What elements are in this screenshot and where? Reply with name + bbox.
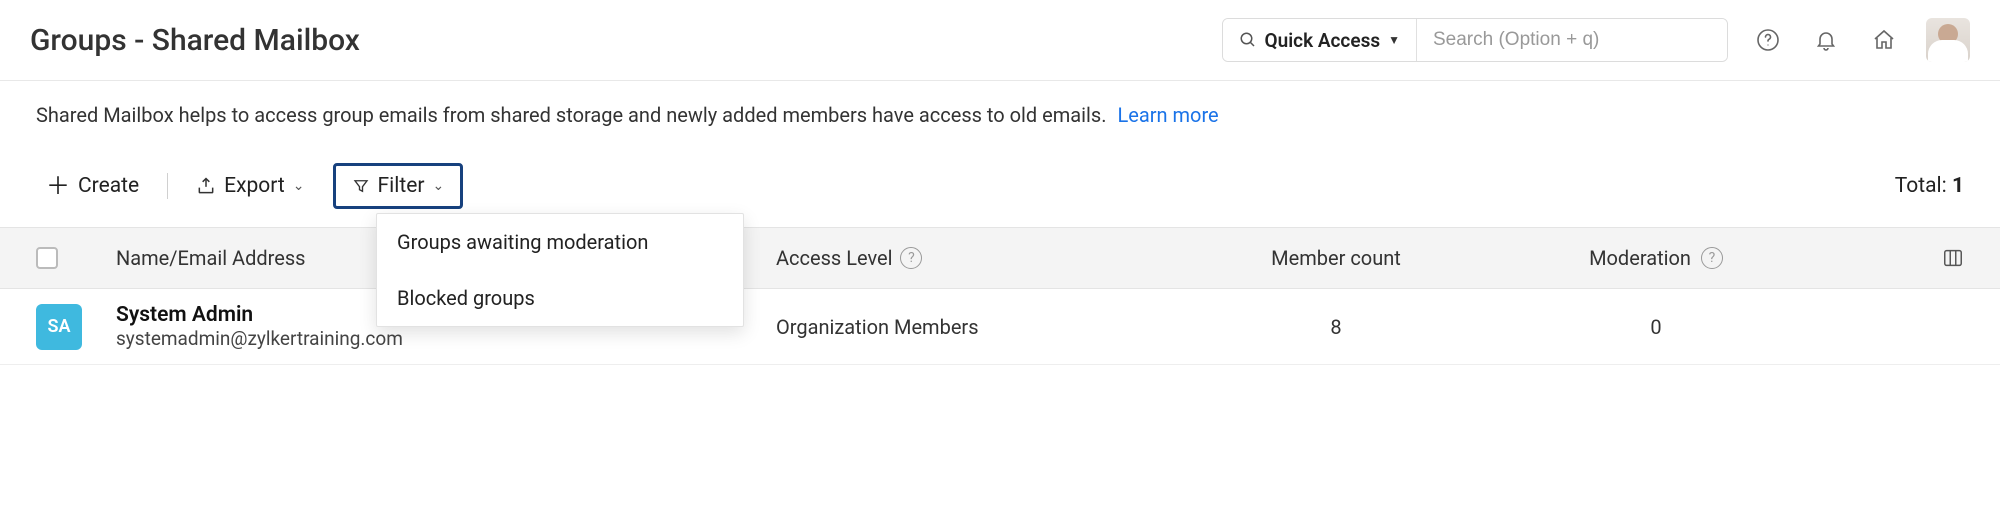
notifications-button[interactable] — [1808, 22, 1844, 58]
caret-down-icon: ▼ — [1388, 33, 1400, 47]
filter-label: Filter — [378, 174, 425, 198]
row-email: systemadmin@zylkertraining.com — [116, 327, 776, 350]
help-button[interactable] — [1750, 22, 1786, 58]
row-access-level: Organization Members — [776, 315, 1176, 339]
column-header-moderation[interactable]: Moderation — [1589, 246, 1691, 270]
select-all-checkbox[interactable] — [36, 247, 58, 269]
total-count: Total: 1 — [1895, 174, 1964, 198]
total-label: Total: — [1895, 174, 1947, 198]
filter-button[interactable]: Filter ⌄ — [333, 163, 464, 209]
home-button[interactable] — [1866, 22, 1902, 58]
chevron-down-icon: ⌄ — [293, 178, 305, 194]
total-value: 1 — [1952, 174, 1964, 198]
create-button[interactable]: ＋ Create — [36, 168, 149, 204]
filter-option-blocked-groups[interactable]: Blocked groups — [377, 270, 743, 326]
search-input[interactable] — [1417, 19, 1727, 61]
bell-icon — [1814, 28, 1838, 52]
description-row: Shared Mailbox helps to access group ema… — [0, 81, 2000, 137]
toolbar-separator — [167, 173, 168, 199]
table-row[interactable]: SA System Admin systemadmin@zylkertraini… — [0, 289, 2000, 365]
plus-icon: ＋ — [46, 174, 70, 198]
table-header: Name/Email Address Access Level ? Member… — [0, 227, 2000, 289]
column-header-access[interactable]: Access Level — [776, 246, 892, 270]
help-icon — [1756, 28, 1780, 52]
toolbar: ＋ Create Export ⌄ Filter ⌄ Total: 1 Grou… — [0, 137, 2000, 227]
learn-more-link[interactable]: Learn more — [1117, 103, 1218, 127]
help-icon[interactable]: ? — [1701, 247, 1723, 269]
help-icon[interactable]: ? — [900, 247, 922, 269]
export-label: Export — [224, 174, 285, 198]
description-text: Shared Mailbox helps to access group ema… — [36, 103, 1107, 127]
avatar[interactable] — [1926, 18, 1970, 62]
top-bar: Groups - Shared Mailbox Quick Access ▼ — [0, 0, 2000, 81]
export-icon — [196, 176, 216, 196]
export-button[interactable]: Export ⌄ — [186, 168, 314, 204]
page-title: Groups - Shared Mailbox — [30, 23, 360, 58]
create-label: Create — [78, 174, 139, 198]
filter-icon — [352, 177, 370, 195]
quick-access-label: Quick Access — [1265, 29, 1381, 52]
row-moderation: 0 — [1496, 315, 1816, 339]
search-icon — [1239, 31, 1257, 49]
filter-option-awaiting-moderation[interactable]: Groups awaiting moderation — [377, 214, 743, 270]
filter-dropdown: Groups awaiting moderation Blocked group… — [376, 213, 744, 327]
row-avatar: SA — [36, 304, 82, 350]
quick-access-button[interactable]: Quick Access ▼ — [1223, 19, 1417, 61]
column-header-count[interactable]: Member count — [1176, 246, 1496, 270]
chevron-down-icon: ⌄ — [432, 178, 444, 194]
column-settings-icon[interactable] — [1942, 247, 1964, 269]
row-member-count: 8 — [1176, 315, 1496, 339]
quick-search-box: Quick Access ▼ — [1222, 18, 1728, 62]
home-icon — [1872, 28, 1896, 52]
